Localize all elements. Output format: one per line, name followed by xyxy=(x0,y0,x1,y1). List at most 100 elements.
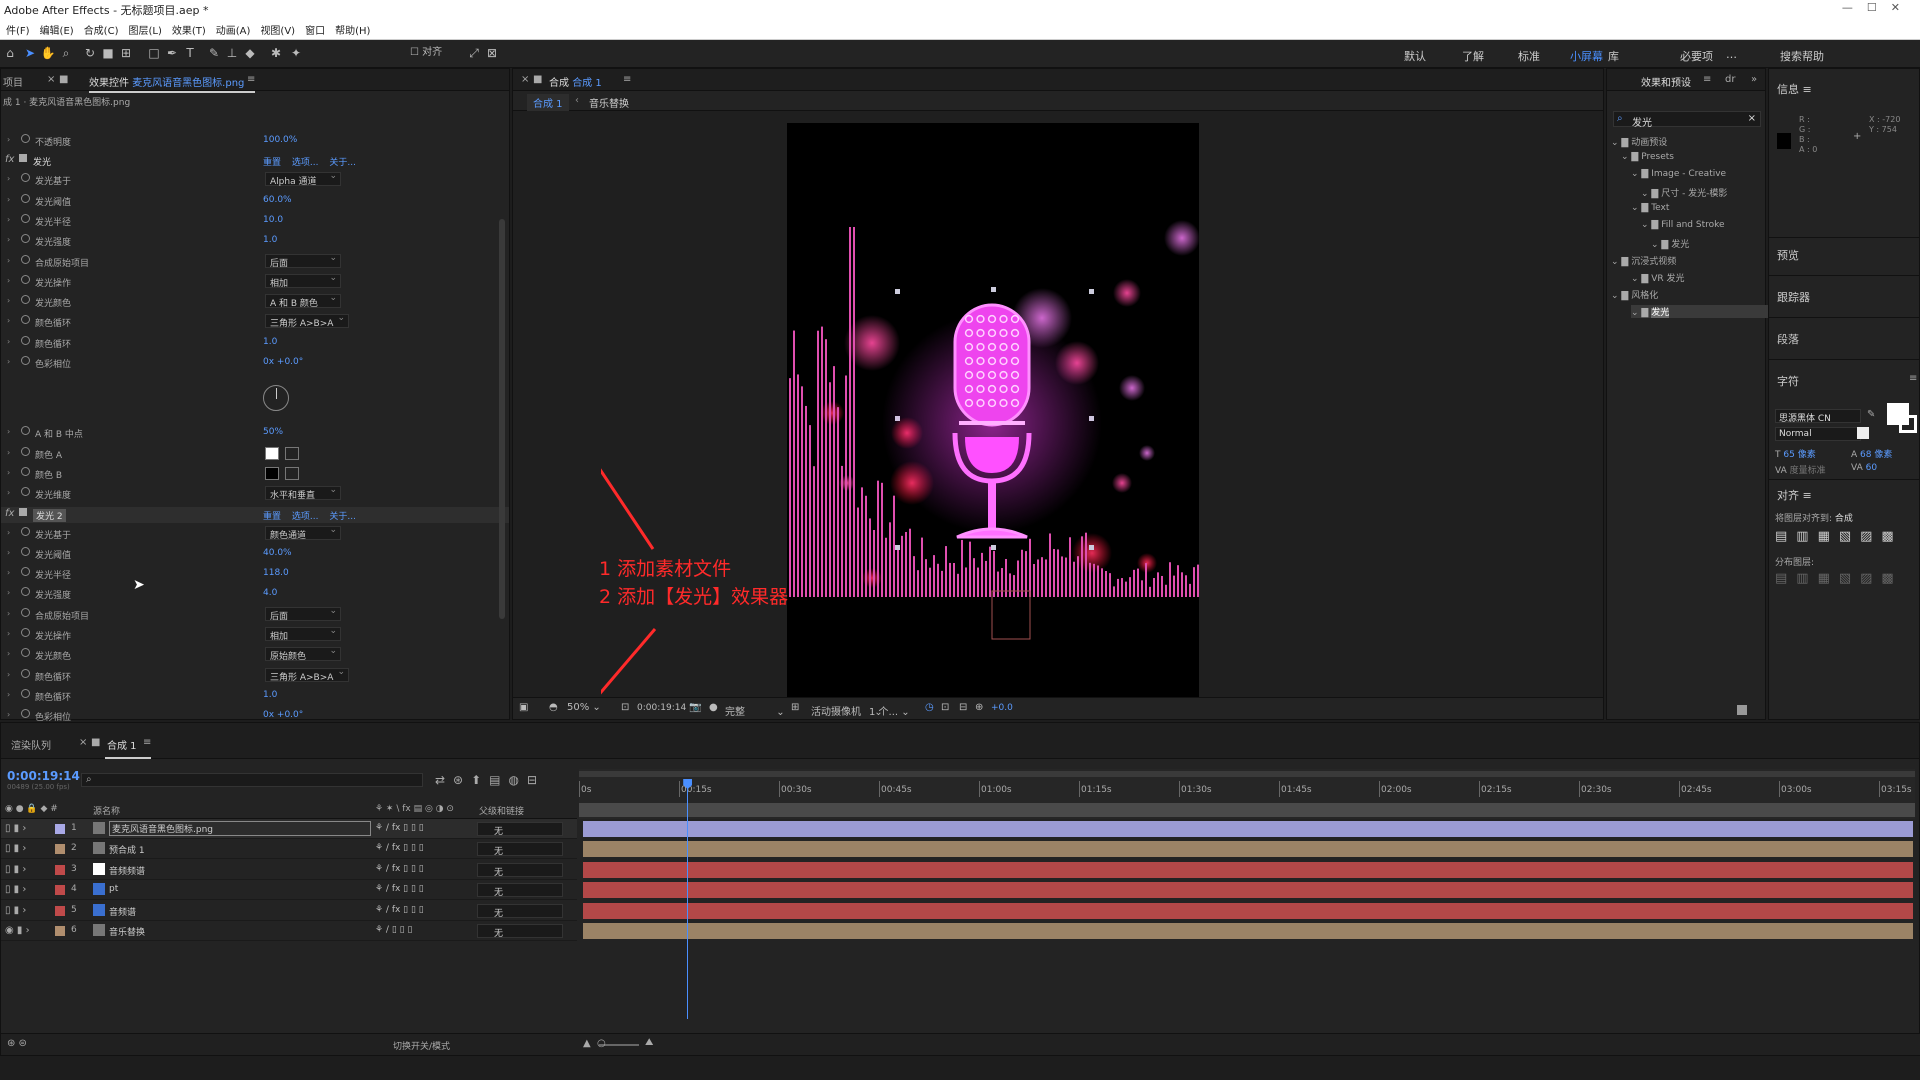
stopwatch-icon[interactable] xyxy=(21,466,30,476)
zoom-slider-handle[interactable]: ○ xyxy=(597,1038,606,1049)
effect-property[interactable]: › 不透明度 100.0% xyxy=(1,133,509,149)
zoom-tool-icon[interactable]: ⌕ xyxy=(58,45,74,61)
col-parent-link[interactable]: 父级和链接 xyxy=(479,804,524,817)
tab-character[interactable]: 字符 xyxy=(1777,373,1799,389)
property-value[interactable]: 1.0 xyxy=(263,337,277,347)
stopwatch-icon[interactable] xyxy=(21,567,30,577)
effects-tree-item[interactable]: ⌄ ▇ Image - Creative xyxy=(1631,169,1726,179)
panel-menu-icon[interactable]: ≡ xyxy=(247,74,255,85)
tab-timeline-comp[interactable]: 合成 1 xyxy=(107,737,137,752)
tab-effect-controls[interactable]: 效果控件 麦克风语音黑色图标.png xyxy=(89,74,244,89)
property-dropdown[interactable]: 原始颜色 xyxy=(265,646,341,662)
kerning-field[interactable]: VA 度量标准 xyxy=(1775,463,1826,476)
reset-link[interactable]: 重置 xyxy=(263,512,281,522)
chevron-down-icon[interactable]: ⌄ xyxy=(1651,240,1661,250)
panel-menu-icon[interactable]: ≡ xyxy=(1909,373,1917,384)
expand-arrow-icon[interactable]: › xyxy=(7,427,10,436)
effects-search[interactable]: ⌕ 发光 × xyxy=(1613,111,1761,129)
effect-property[interactable]: › 发光强度 4.0 xyxy=(1,586,509,602)
clone-stamp-tool-icon[interactable]: ⊥ xyxy=(224,45,240,61)
expand-arrow-icon[interactable]: › xyxy=(7,629,10,638)
panel-menu-icon[interactable]: ≡ xyxy=(143,737,151,748)
stopwatch-icon[interactable] xyxy=(21,688,30,698)
about-link[interactable]: 关于... xyxy=(329,512,356,522)
work-area-bar[interactable] xyxy=(579,771,1915,777)
swap-colors-icon[interactable] xyxy=(1857,427,1869,439)
tab-effects-presets[interactable]: 效果和预设 xyxy=(1641,74,1691,89)
property-dropdown[interactable]: 后面 xyxy=(265,253,341,269)
menu-item[interactable]: 效果(T) xyxy=(172,22,206,37)
reset-exposure-icon[interactable]: ◷ xyxy=(925,702,934,713)
effect-property[interactable]: › 颜色循环 1.0 xyxy=(1,335,509,351)
effect-property[interactable]: › 发光操作 相加 xyxy=(1,273,509,290)
fast-preview-icon[interactable]: ⊡ xyxy=(941,702,949,713)
expand-arrow-icon[interactable]: › xyxy=(7,609,10,618)
effect-property[interactable]: › 发光阈值 60.0% xyxy=(1,193,509,209)
workspace-4[interactable]: 库 xyxy=(1608,48,1619,64)
rectangle-tool-icon[interactable]: □ xyxy=(146,45,162,61)
distribute-buttons[interactable]: ▤▥▦▧▨▩ xyxy=(1775,571,1903,586)
panel-menu-icon[interactable]: ≡ xyxy=(1703,74,1711,85)
effect-property[interactable]: › 颜色循环 1.0 xyxy=(1,688,509,704)
property-value[interactable]: 1.0 xyxy=(263,235,277,245)
menu-item[interactable]: 动画(A) xyxy=(216,22,251,37)
window-controls[interactable]: —☐✕ xyxy=(1842,1,1914,14)
stopwatch-icon[interactable] xyxy=(21,315,30,325)
lock-icon[interactable]: ■ xyxy=(59,74,68,85)
expand-arrow-icon[interactable]: › xyxy=(7,710,10,719)
resolution-icon[interactable]: ⊡ xyxy=(621,702,629,713)
expand-arrow-icon[interactable]: › xyxy=(7,296,10,305)
expand-arrow-icon[interactable]: › xyxy=(7,568,10,577)
options-link[interactable]: 选项... xyxy=(292,512,319,522)
home-icon[interactable]: ⌂ xyxy=(2,45,18,61)
quality-dropdown[interactable]: 完整 ⌄ xyxy=(725,703,785,718)
about-link[interactable]: 关于... xyxy=(329,158,356,168)
close-button[interactable]: ✕ xyxy=(1891,1,1914,14)
expand-arrow-icon[interactable]: › xyxy=(7,528,10,537)
property-dropdown[interactable]: 三角形 A>B>A xyxy=(265,667,349,683)
stopwatch-icon[interactable] xyxy=(21,335,30,345)
effects-tree-item[interactable]: ⌄ ▇ Presets xyxy=(1621,152,1674,162)
align-buttons[interactable]: ▤▥▦▧▨▩ xyxy=(1775,529,1903,544)
current-time-indicator[interactable] xyxy=(687,781,689,1019)
expand-arrow-icon[interactable]: › xyxy=(7,488,10,497)
close-icon[interactable]: × xyxy=(47,74,55,85)
expand-arrow-icon[interactable]: › xyxy=(7,468,10,477)
tab-align[interactable]: 对齐 ≡ xyxy=(1777,487,1812,503)
chevron-down-icon[interactable]: ⌄ xyxy=(1631,203,1641,213)
eyedropper-icon[interactable] xyxy=(285,466,299,480)
stopwatch-icon[interactable] xyxy=(21,709,30,719)
expand-arrow-icon[interactable]: › xyxy=(7,548,10,557)
section-preview[interactable]: 预览 xyxy=(1777,247,1799,263)
effect-property[interactable]: › 发光基于 颜色通道 xyxy=(1,525,509,542)
effect-property[interactable]: › 颜色循环 三角形 A>B>A xyxy=(1,313,509,330)
align-to-dropdown[interactable]: 合成 xyxy=(1835,514,1853,524)
fx-icon[interactable]: fx xyxy=(5,154,14,165)
menu-item[interactable]: 件(F) xyxy=(6,22,30,37)
chevron-down-icon[interactable]: ⌄ xyxy=(1641,220,1651,230)
menu-item[interactable]: 合成(C) xyxy=(84,22,119,37)
property-dropdown[interactable]: 后面 xyxy=(265,606,341,622)
effect-property[interactable]: › 发光基于 Alpha 通道 xyxy=(1,171,509,188)
effect-property[interactable]: › 颜色循环 三角形 A>B>A xyxy=(1,667,509,684)
menu-item[interactable]: 图层(L) xyxy=(128,22,161,37)
property-value[interactable]: 40.0% xyxy=(263,548,292,558)
crumb-music-replace[interactable]: 音乐替换 xyxy=(589,95,629,110)
workspace-7[interactable]: 搜索帮助 xyxy=(1780,48,1824,64)
col-source-name[interactable]: 源名称 xyxy=(93,804,120,817)
effect-property[interactable]: › 色彩相位 0x +0.0° xyxy=(1,355,509,371)
property-value[interactable]: 4.0 xyxy=(263,588,277,598)
stopwatch-icon[interactable] xyxy=(21,526,30,536)
chevron-down-icon[interactable]: ⌄ xyxy=(1611,291,1621,301)
effect-header[interactable]: fx 发光 2 重置 选项... 关于... xyxy=(1,506,509,523)
workspace-2[interactable]: 标准 xyxy=(1518,48,1540,64)
effects-tree-item[interactable]: ⌄ ▇ 发光 xyxy=(1651,237,1689,250)
camera-tool-icon[interactable]: ■ xyxy=(100,45,116,61)
zoom-out-icon[interactable]: ▲ xyxy=(583,1038,591,1049)
property-dropdown[interactable]: Alpha 通道 xyxy=(265,171,341,187)
minimize-button[interactable]: — xyxy=(1842,1,1867,14)
property-value[interactable]: 0x +0.0° xyxy=(263,357,303,367)
chevron-down-icon[interactable]: ⌄ xyxy=(1631,274,1641,284)
clear-search-icon[interactable]: × xyxy=(1748,113,1756,124)
effects-tree-item[interactable]: ⌄ ▇ Text xyxy=(1631,203,1669,213)
